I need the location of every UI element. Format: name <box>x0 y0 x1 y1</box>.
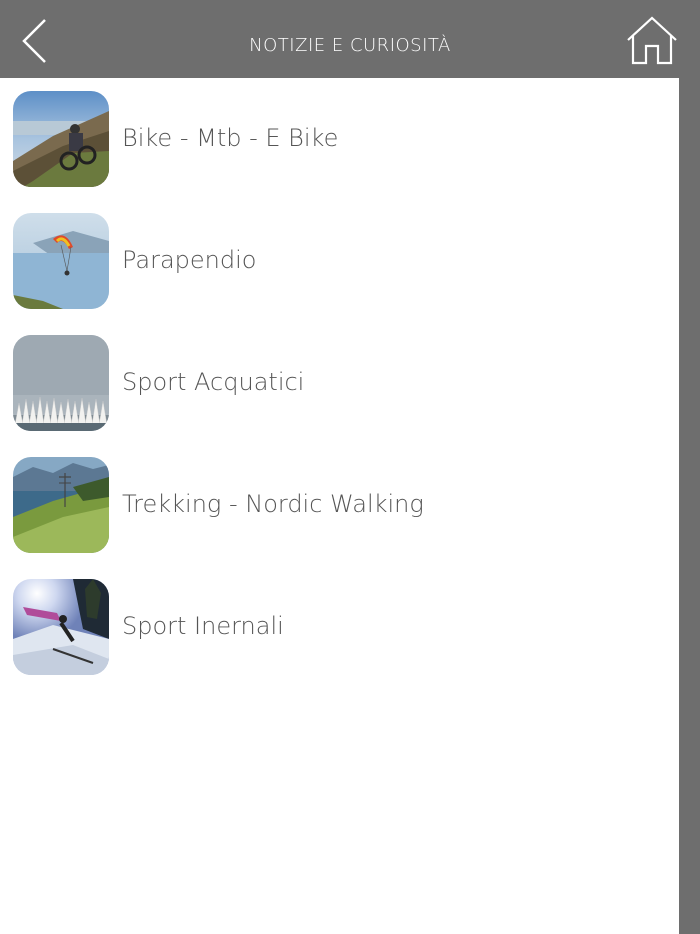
mountain-trekking-thumbnail <box>13 457 109 553</box>
paragliding-thumbnail <box>13 213 109 309</box>
home-icon <box>627 16 677 65</box>
list-item-bike[interactable]: Bike - Mtb - E Bike <box>0 78 679 200</box>
skiing-thumbnail <box>13 579 109 675</box>
list-item-winter-sports[interactable]: Sport Inernali <box>0 566 679 688</box>
list-item-label: Parapendio <box>122 246 257 274</box>
mountain-bike-thumbnail <box>13 91 109 187</box>
scrollbar[interactable] <box>679 78 700 934</box>
list-item-label: Sport Acquatici <box>122 368 305 396</box>
list-item-label: Bike - Mtb - E Bike <box>122 124 339 152</box>
top-navigation-bar: NOTIZIE E CURIOSITÀ <box>0 0 700 78</box>
chevron-left-icon <box>22 19 46 63</box>
list-item-trekking[interactable]: Trekking - Nordic Walking <box>0 444 679 566</box>
sailing-regatta-thumbnail <box>13 335 109 431</box>
list-item-paragliding[interactable]: Parapendio <box>0 200 679 322</box>
back-button[interactable] <box>14 16 54 66</box>
list-item-label: Sport Inernali <box>122 612 284 640</box>
list-item-label: Trekking - Nordic Walking <box>122 490 424 518</box>
home-button[interactable] <box>622 14 682 68</box>
news-list: Bike - Mtb - E Bike Parapendio Sport Acq… <box>0 78 679 934</box>
list-item-water-sports[interactable]: Sport Acquatici <box>0 322 679 444</box>
